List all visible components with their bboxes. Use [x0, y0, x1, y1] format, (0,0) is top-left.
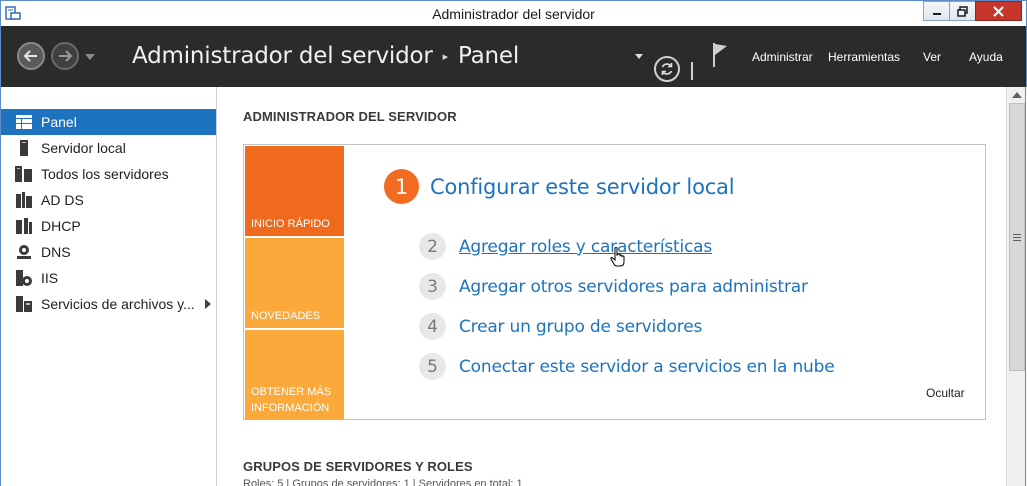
sidebar-item-label: IIS: [41, 270, 59, 286]
main-content: ADMINISTRADOR DEL SERVIDOR INICIO RÁPIDO…: [218, 87, 1006, 486]
sidebar-item-ad-ds[interactable]: AD DS: [1, 187, 216, 213]
step-number-badge: 2: [419, 233, 446, 260]
forward-arrow-icon: [59, 50, 73, 62]
step-number-badge: 1: [384, 169, 419, 204]
step-link[interactable]: Crear un grupo de servidores: [459, 317, 702, 337]
breadcrumb-separator: ▸: [442, 49, 449, 63]
tile-novedades[interactable]: NOVEDADES: [245, 238, 344, 328]
menu-ver[interactable]: Ver: [923, 50, 941, 64]
expand-arrow-icon[interactable]: [205, 299, 211, 309]
refresh-icon: [661, 63, 673, 75]
minimize-icon: [932, 13, 941, 15]
step-configurar[interactable]: 1 Configurar este servidor local: [384, 169, 735, 204]
sidebar-item-label: Servicios de archivos y...: [41, 296, 195, 312]
tile-obtener-mas-informacion[interactable]: OBTENER MÁS INFORMACIÓN: [245, 330, 344, 420]
close-icon: [993, 5, 1004, 17]
step-link[interactable]: Agregar otros servidores para administra…: [459, 277, 808, 297]
back-arrow-icon: [23, 50, 37, 62]
sidebar-item-todos-los-servidores[interactable]: Todos los servidores: [1, 161, 216, 187]
sidebar-item-dns[interactable]: DNS: [1, 239, 216, 265]
scrollbar-thumb[interactable]: [1009, 103, 1025, 371]
menu-administrar[interactable]: Administrar: [752, 50, 813, 64]
sidebar-item-label: DNS: [41, 244, 71, 260]
vertical-scrollbar[interactable]: [1006, 87, 1026, 486]
sidebar-item-panel[interactable]: Panel: [1, 109, 216, 135]
sidebar-item-label: Servidor local: [41, 140, 126, 156]
forward-button[interactable]: [51, 42, 79, 70]
refresh-button[interactable]: [654, 56, 680, 82]
close-button[interactable]: [975, 1, 1022, 21]
notifications-flag-icon[interactable]: [711, 42, 729, 68]
server-icon: [15, 139, 33, 157]
step-label[interactable]: Configurar este servidor local: [430, 175, 735, 199]
step-link[interactable]: Agregar roles y características: [459, 237, 712, 257]
roles-stats: Roles: 5 | Grupos de servidores: 1 | Ser…: [243, 478, 523, 486]
sidebar-item-iis[interactable]: IIS: [1, 265, 216, 291]
hand-cursor-icon: [610, 247, 625, 267]
ad-ds-icon: [15, 191, 33, 209]
breadcrumb-current: Panel: [457, 43, 520, 69]
tile-inicio-rapido[interactable]: INICIO RÁPIDO: [245, 146, 344, 236]
section-title-administrador: ADMINISTRADOR DEL SERVIDOR: [243, 109, 457, 124]
dhcp-icon: [15, 217, 33, 235]
grip-icon: [1013, 233, 1021, 241]
dropdown-icon[interactable]: [635, 54, 643, 59]
step-number-badge: 5: [419, 353, 446, 380]
header-divider: [691, 62, 693, 80]
step-link[interactable]: Conectar este servidor a servicios en la…: [459, 357, 835, 377]
quick-start-card: INICIO RÁPIDO NOVEDADES OBTENER MÁS INFO…: [243, 144, 986, 420]
step-agregar-servidores[interactable]: 3 Agregar otros servidores para administ…: [419, 273, 808, 300]
dns-icon: [15, 243, 33, 261]
scroll-up-arrow-icon[interactable]: [1012, 92, 1022, 98]
dashboard-icon: [15, 113, 33, 131]
sidebar-item-dhcp[interactable]: DHCP: [1, 213, 216, 239]
restore-button[interactable]: [949, 1, 976, 21]
servers-icon: [15, 165, 33, 183]
sidebar-item-label: AD DS: [41, 192, 84, 208]
back-button[interactable]: [17, 42, 45, 70]
step-number-badge: 4: [419, 313, 446, 340]
iis-icon: [15, 269, 33, 287]
step-number-badge: 3: [419, 273, 446, 300]
sidebar-item-servidor-local[interactable]: Servidor local: [1, 135, 216, 161]
history-dropdown-icon[interactable]: [85, 54, 95, 60]
menu-herramientas[interactable]: Herramientas: [828, 50, 900, 64]
window-title: Administrador del servidor: [432, 6, 595, 22]
sidebar-item-label: Todos los servidores: [41, 166, 169, 182]
restore-icon: [957, 5, 968, 17]
sidebar-item-label: Panel: [41, 114, 77, 130]
app-header: Administrador del servidor ▸ Panel Admin…: [0, 26, 1027, 87]
step-agregar-roles[interactable]: 2 Agregar roles y características: [419, 233, 712, 260]
hide-link[interactable]: Ocultar: [926, 386, 965, 400]
menu-ayuda[interactable]: Ayuda: [969, 50, 1003, 64]
file-services-icon: [15, 295, 33, 313]
breadcrumb: Administrador del servidor ▸ Panel: [132, 43, 519, 69]
sidebar: Panel Servidor local Todos los servidore…: [0, 87, 217, 486]
section-title-grupos: GRUPOS DE SERVIDORES Y ROLES: [243, 459, 473, 474]
window-titlebar: Administrador del servidor: [0, 0, 1027, 26]
step-crear-grupo[interactable]: 4 Crear un grupo de servidores: [419, 313, 702, 340]
step-conectar-nube[interactable]: 5 Conectar este servidor a servicios en …: [419, 353, 835, 380]
minimize-button[interactable]: [923, 1, 950, 21]
sidebar-item-servicios-de-archivos[interactable]: Servicios de archivos y...: [1, 291, 216, 317]
sidebar-item-label: DHCP: [41, 218, 81, 234]
breadcrumb-root[interactable]: Administrador del servidor: [132, 43, 433, 69]
